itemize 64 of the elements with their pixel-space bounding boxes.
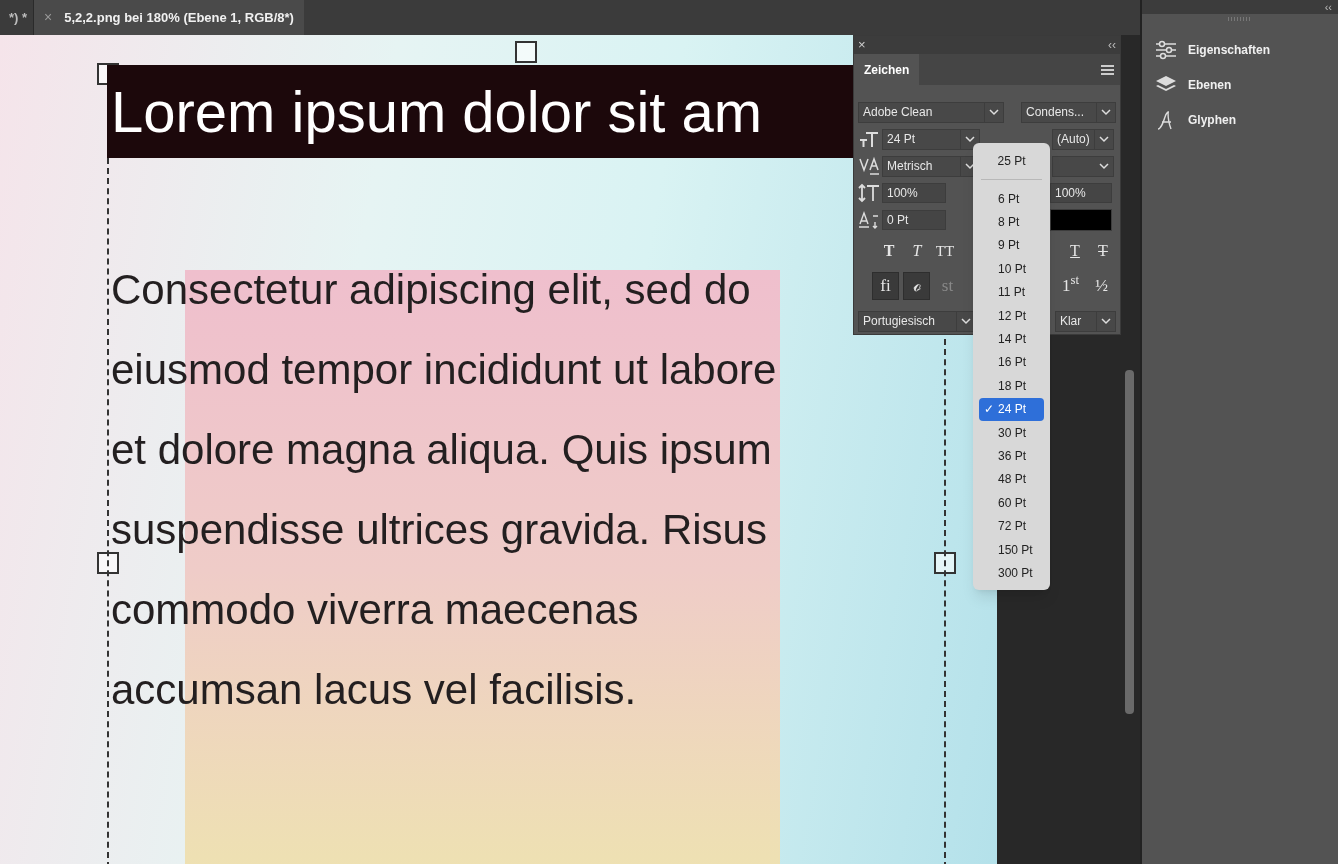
collapse-icon[interactable]: ‹‹ [1108, 36, 1116, 54]
caret-icon [1099, 135, 1109, 143]
grip-icon [1228, 16, 1252, 22]
menu-item[interactable]: 18 Pt [979, 374, 1044, 398]
check-icon: ✓ [979, 400, 998, 419]
horizontal-scale-field[interactable]: 100% [1050, 183, 1112, 203]
transform-handle[interactable] [97, 552, 119, 574]
tracking-select[interactable] [1052, 155, 1114, 177]
opentype-button[interactable]: fi [872, 272, 899, 300]
document-tab[interactable]: × 5,2,2.png bei 180% (Ebene 1, RGB/8*) [34, 0, 304, 35]
menu-item[interactable]: 48 Pt [979, 467, 1044, 492]
text-style-button[interactable]: T [906, 239, 928, 263]
scrollbar-thumb[interactable] [1125, 370, 1134, 714]
menu-item[interactable]: 8 Pt [979, 210, 1044, 234]
opentype-button[interactable]: ℴ [903, 272, 930, 300]
close-icon[interactable]: × [858, 35, 866, 55]
vertical-scale-field[interactable]: 100% [882, 183, 946, 203]
collapse-icon[interactable]: ‹‹ [1324, 1, 1332, 13]
menu-item[interactable]: 11 Pt [979, 280, 1044, 304]
menu-item[interactable]: 16 Pt [979, 350, 1044, 375]
font-style-select[interactable]: Condens... [1021, 101, 1116, 123]
anti-aliasing-select[interactable]: Klar [1054, 310, 1116, 332]
menu-item[interactable]: 72 Pt [979, 514, 1044, 538]
caret-icon [1099, 162, 1109, 170]
menu-icon [1101, 64, 1114, 75]
opentype-button[interactable]: 1$^{st}$ [1057, 272, 1084, 300]
text-style-button[interactable]: T [878, 239, 900, 263]
menu-item[interactable]: 14 Pt [979, 327, 1044, 351]
text-style-button[interactable]: T [1092, 239, 1114, 263]
font-size-icon [858, 129, 880, 149]
kerning-icon [858, 156, 880, 176]
color-swatch[interactable] [1050, 209, 1112, 231]
opentype-button[interactable]: ½ [1088, 272, 1115, 300]
caret-icon [1101, 317, 1111, 325]
caret-icon [965, 135, 975, 143]
caret-icon [989, 108, 999, 116]
vertical-scale-icon [858, 183, 880, 203]
menu-item[interactable]: 6 Pt [979, 187, 1044, 211]
transform-handle[interactable] [515, 41, 537, 63]
sliders-icon [1155, 39, 1177, 60]
menu-item[interactable]: 30 Pt [979, 420, 1044, 445]
panel-item[interactable]: Ebenen [1142, 67, 1338, 102]
caret-icon [961, 317, 972, 325]
menu-item[interactable]: ✓ 24 Pt [979, 397, 1044, 421]
leading-select[interactable]: (Auto) [1052, 128, 1114, 150]
panel-item[interactable]: Glyphen [1142, 102, 1338, 137]
font-family-select[interactable]: Adobe Clean [858, 101, 1004, 123]
menu-item[interactable]: 60 Pt [979, 491, 1044, 515]
caret-icon [1101, 108, 1111, 116]
baseline-shift-field[interactable]: 0 Pt [882, 210, 946, 230]
text-style-button[interactable]: TT [934, 239, 956, 263]
panel-tab[interactable]: Zeichen [854, 54, 920, 85]
menu-item[interactable]: 9 Pt [979, 233, 1044, 258]
baseline-shift-icon [858, 210, 880, 230]
menu-item[interactable]: 10 Pt [979, 257, 1044, 281]
panel-item[interactable]: Eigenschaften [1142, 32, 1338, 67]
body-text: Consectetur adipiscing elit, sed do eiusmod tempor incididunt ut labore et dolore magna aliqua. Quis ipsum suspendisse ultrices gravida. Risus commodo viverra maecenas accumsan lacus vel facilisis. [111, 265, 777, 715]
transform-handle[interactable] [934, 552, 956, 574]
menu-item[interactable]: 300 Pt [979, 561, 1044, 585]
font-size-select[interactable]: 24 Pt [882, 128, 980, 150]
menu-item[interactable]: 150 Pt [979, 537, 1044, 562]
text-style-button[interactable]: T [1064, 239, 1086, 263]
menu-item[interactable]: 12 Pt [979, 303, 1044, 328]
menu-item[interactable]: 36 Pt [979, 444, 1044, 468]
